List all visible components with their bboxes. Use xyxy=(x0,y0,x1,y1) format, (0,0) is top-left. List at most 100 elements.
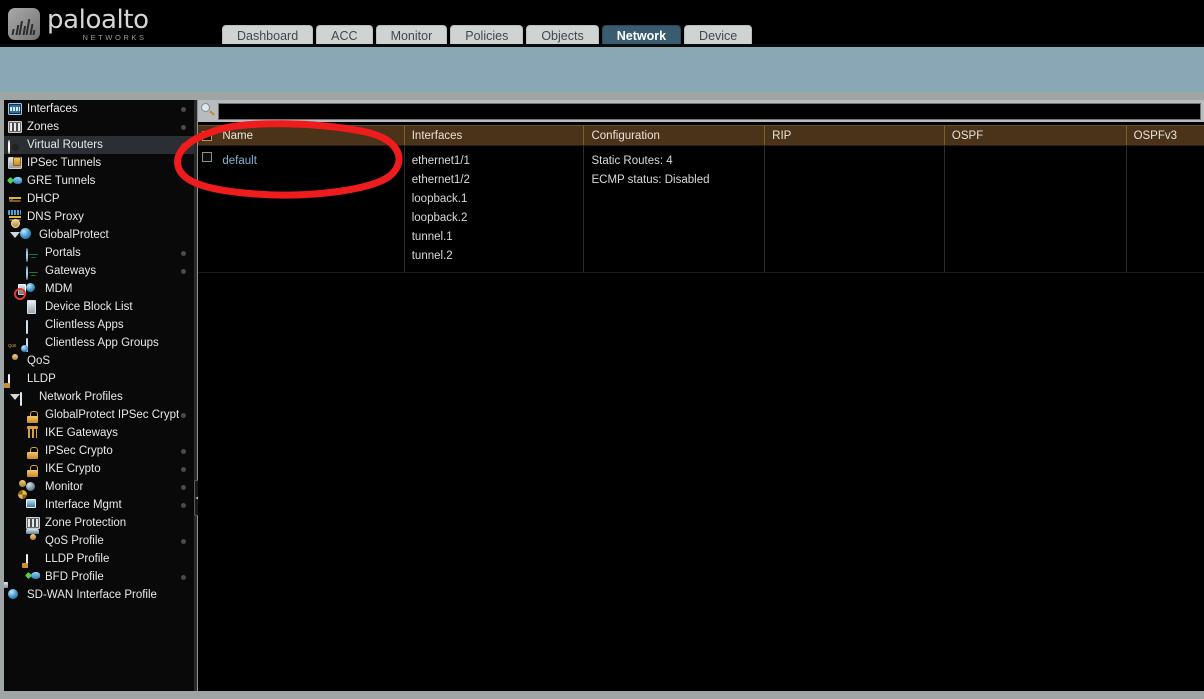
virtual-routers-icon-glyph xyxy=(8,140,10,154)
clientless-app-groups-icon xyxy=(26,336,41,352)
sidebar-item-ipsec-crypto[interactable]: IPSec Crypto xyxy=(4,442,194,460)
sidebar-item-interfaces[interactable]: Interfaces xyxy=(4,100,194,118)
sidebar-item-label: GRE Tunnels xyxy=(27,175,96,187)
sidebar-item-dhcp[interactable]: DHCP xyxy=(4,190,194,209)
sidebar-item-label: Zone Protection xyxy=(45,517,127,529)
row-select-cell[interactable] xyxy=(198,146,215,272)
select-all-header-cell[interactable] xyxy=(198,126,215,145)
sidebar-item-zones[interactable]: Zones xyxy=(4,118,194,136)
sidebar-item-ike-gateways[interactable]: IKE Gateways xyxy=(4,424,194,442)
sidebar-item-lldp-profile[interactable]: LLDP Profile xyxy=(4,550,194,568)
sidebar-item-label: GlobalProtect xyxy=(39,229,109,241)
sidebar-item-label: IKE Crypto xyxy=(45,463,101,475)
interface-entry: ethernet1/1 xyxy=(411,155,470,167)
sidebar-item-network-profiles[interactable]: Network Profiles xyxy=(4,388,194,406)
chevron-down-icon[interactable] xyxy=(10,394,20,400)
sidebar-item-status-dot xyxy=(181,448,186,454)
gre-tunnels-icon xyxy=(8,174,23,188)
cell-ospfv3 xyxy=(1127,146,1204,272)
column-header-rip[interactable]: RIP xyxy=(765,126,945,145)
sidebar-item-status-dot xyxy=(181,250,186,256)
table-header-row: Name Interfaces Configuration RIP OSPF OSPFv3 xyxy=(198,125,1204,146)
sidebar-item-virtual-routers[interactable]: Virtual Routers xyxy=(4,136,194,154)
select-all-checkbox[interactable] xyxy=(201,130,212,141)
paloalto-logo-icon xyxy=(8,8,40,40)
main-area: Interfaces Zones Virtual Routers IPSec Tunn… xyxy=(0,92,1204,699)
lldp-icon-glyph xyxy=(8,374,10,388)
lldp-profile-icon-glyph xyxy=(26,554,28,568)
column-header-cfg[interactable]: Configuration xyxy=(584,126,766,145)
top-header-bar: paloalto NETWORKS Dashboard ACC Monitor Pol… xyxy=(0,0,1204,47)
cell-interfaces: ethernet1/1 ethernet1/2 loopback.1 loopback… xyxy=(405,146,585,272)
sidebar-item-portals[interactable]: Portals xyxy=(4,244,194,262)
sidebar-item-ipsec-tunnels[interactable]: IPSec Tunnels xyxy=(4,154,194,172)
ipsec-crypto-icon xyxy=(26,444,41,458)
sidebar-item-mdm[interactable]: MDM xyxy=(4,280,194,298)
sidebar-item-label: IPSec Crypto xyxy=(45,445,113,457)
search-bar xyxy=(198,100,1204,122)
sidebar-item-label: Interface Mgmt xyxy=(45,499,122,511)
qos-icon xyxy=(8,354,23,368)
sidebar-item-status-dot xyxy=(181,538,186,544)
lldp-icon xyxy=(8,372,23,388)
lldp-profile-icon xyxy=(26,552,41,568)
chevron-down-icon[interactable] xyxy=(10,232,20,238)
column-header-ospf[interactable]: OSPF xyxy=(945,126,1127,145)
sidebar-item-clientless-apps[interactable]: Clientless Apps xyxy=(4,316,194,334)
header-blue-band xyxy=(0,47,1204,92)
network-profiles-icon-glyph xyxy=(20,392,22,406)
column-header-if[interactable]: Interfaces xyxy=(405,126,585,145)
configuration-entry: ECMP status: Disabled xyxy=(591,174,710,186)
sidebar-item-label: DHCP xyxy=(27,193,60,205)
sidebar-item-label: Clientless App Groups xyxy=(45,337,159,349)
sidebar-item-clientless-app-groups[interactable]: Clientless App Groups xyxy=(4,334,194,352)
search-icon[interactable] xyxy=(198,101,218,121)
table-body: default ethernet1/1 ethernet1/2 loopback.1 l… xyxy=(198,146,1204,273)
cell-configuration: Static Routes: 4 ECMP status: Disabled xyxy=(584,146,766,272)
virtual-router-name-link[interactable]: default xyxy=(222,152,403,171)
sd-wan-interface-profile-icon xyxy=(8,588,23,602)
ipsec-tunnels-icon-glyph xyxy=(8,157,22,169)
sidebar-item-gre-tunnels[interactable]: GRE Tunnels xyxy=(4,172,194,190)
content-pane: Name Interfaces Configuration RIP OSPF OSPFv3… xyxy=(198,100,1204,691)
sidebar-item-globalprotect-ipsec-crypt[interactable]: GlobalProtect IPSec Crypt xyxy=(4,406,194,424)
sidebar-item-status-dot xyxy=(181,142,186,148)
sidebar-item-bfd-profile[interactable]: BFD Profile xyxy=(4,568,194,586)
dhcp-icon xyxy=(8,191,23,209)
interfaces-icon xyxy=(8,102,23,116)
clientless-app-groups-icon-glyph xyxy=(26,338,28,352)
portals-icon-glyph xyxy=(26,248,28,262)
sidebar-item-interface-mgmt[interactable]: Interface Mgmt xyxy=(4,496,194,514)
ipsec-tunnels-icon xyxy=(8,156,23,170)
sidebar-item-status-dot xyxy=(181,466,186,472)
sidebar-item-label: DNS Proxy xyxy=(27,211,84,223)
globalprotect-icon xyxy=(20,228,35,242)
sidebar-item-qos-profile[interactable]: QoS Profile xyxy=(4,532,194,550)
sidebar-item-dns-proxy[interactable]: DNS Proxy xyxy=(4,208,194,226)
zone-protection-icon-glyph xyxy=(26,517,40,529)
table-row[interactable]: default ethernet1/1 ethernet1/2 loopback.1 l… xyxy=(198,146,1204,273)
sidebar-item-qos[interactable]: QoS xyxy=(4,352,194,370)
cell-name: default xyxy=(215,146,405,272)
sidebar-item-sd-wan-interface-profile[interactable]: SD-WAN Interface Profile xyxy=(4,586,194,604)
sidebar-item-ike-crypto[interactable]: IKE Crypto xyxy=(4,460,194,478)
gateways-icon-glyph xyxy=(26,266,28,280)
sidebar-item-label: Zones xyxy=(27,121,59,133)
portals-icon xyxy=(26,246,41,262)
device-block-list-icon xyxy=(26,300,41,314)
cell-ospf xyxy=(945,146,1127,272)
sidebar-item-gateways[interactable]: Gateways xyxy=(4,262,194,280)
sidebar-item-status-dot xyxy=(181,106,186,112)
column-header-ospf3[interactable]: OSPFv3 xyxy=(1127,126,1204,145)
sidebar-item-label: SD-WAN Interface Profile xyxy=(27,589,157,601)
search-input[interactable] xyxy=(218,102,1201,120)
sidebar-item-globalprotect[interactable]: GlobalProtect xyxy=(4,226,194,244)
sidebar-item-monitor[interactable]: Monitor xyxy=(4,478,194,496)
row-checkbox[interactable] xyxy=(201,152,212,162)
column-header-name[interactable]: Name xyxy=(215,126,405,145)
ike-gateways-icon xyxy=(26,426,41,440)
sidebar-item-lldp[interactable]: LLDP xyxy=(4,370,194,388)
cell-rip xyxy=(765,146,945,272)
sidebar-item-device-block-list[interactable]: Device Block List xyxy=(4,298,194,316)
gateways-icon xyxy=(26,264,41,280)
